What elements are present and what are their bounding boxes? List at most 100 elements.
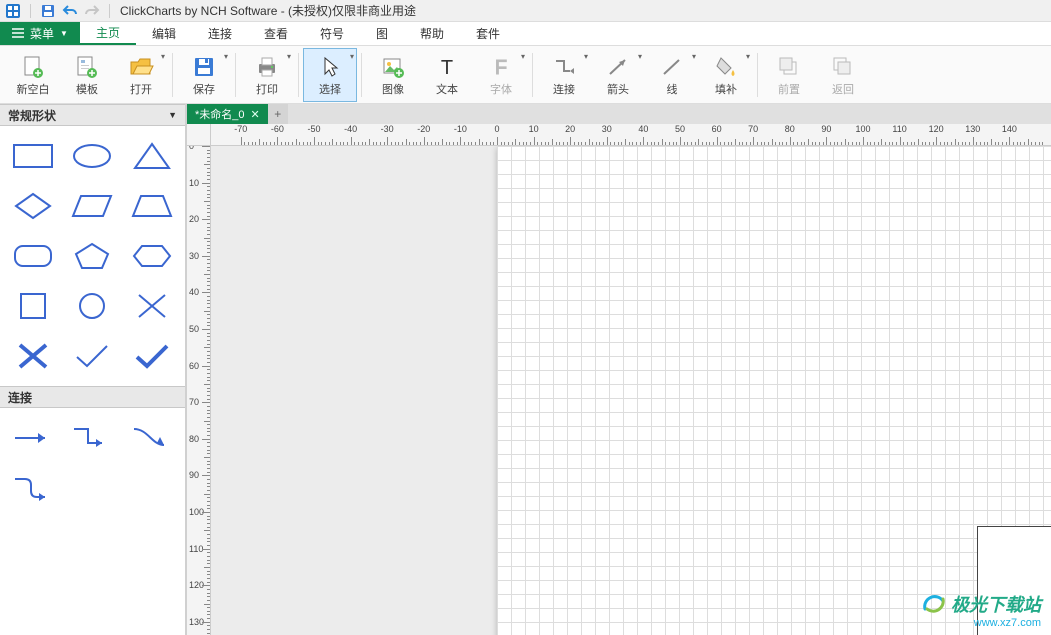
shape-check-thick[interactable] <box>129 336 175 376</box>
menu-tab-0[interactable]: 主页 <box>80 22 136 45</box>
shapes-panel-header[interactable]: 常规形状 ▼ <box>0 104 185 126</box>
ruler-v-label: 10 <box>189 178 199 188</box>
template-icon <box>74 53 100 81</box>
shape-pentagon[interactable] <box>70 236 116 276</box>
open-icon <box>128 53 154 81</box>
menu-tab-1[interactable]: 编辑 <box>136 22 192 45</box>
arrow-button[interactable]: ▾ 箭头 <box>591 48 645 102</box>
shape-ellipse[interactable] <box>70 136 116 176</box>
image-button[interactable]: 图像 <box>366 48 420 102</box>
save-button[interactable]: ▾ 保存 <box>177 48 231 102</box>
ruler-h-label: 30 <box>602 124 612 134</box>
ruler-h-label: -40 <box>344 124 357 134</box>
canvas-page[interactable] <box>497 146 1051 635</box>
select-label: 选择 <box>319 81 341 97</box>
ruler-h-label: 140 <box>1002 124 1017 134</box>
connect-button[interactable]: ▾ 连接 <box>537 48 591 102</box>
connect-icon <box>551 53 577 81</box>
ruler-vertical[interactable]: 0102030405060708090100110120130140 <box>187 146 211 635</box>
open-button[interactable]: ▾ 打开 <box>114 48 168 102</box>
svg-text:F: F <box>495 57 507 79</box>
connector-straight-arrow[interactable] <box>10 418 56 458</box>
save-icon[interactable] <box>39 2 57 20</box>
shape-square[interactable] <box>10 286 56 326</box>
ruler-v-label: 40 <box>189 287 199 297</box>
ruler-h-label: 20 <box>565 124 575 134</box>
font-button[interactable]: ▾ F 字体 <box>474 48 528 102</box>
cursor-icon <box>317 53 343 81</box>
ruler-v-label: 0 <box>189 146 194 151</box>
ruler-v-label: 20 <box>189 214 199 224</box>
ruler-v-label: 80 <box>189 434 199 444</box>
hamburger-icon <box>12 27 24 41</box>
shape-diamond[interactable] <box>10 186 56 226</box>
shape-trapezoid[interactable] <box>129 186 175 226</box>
ruler-v-label: 70 <box>189 397 199 407</box>
app-icon[interactable] <box>4 2 22 20</box>
ruler-h-label: -70 <box>234 124 247 134</box>
shape-rectangle[interactable] <box>10 136 56 176</box>
document-tab[interactable]: *未命名_0 ✕ <box>187 104 268 124</box>
shape-hexagon[interactable] <box>129 236 175 276</box>
menu-tab-5[interactable]: 图 <box>360 22 404 45</box>
shape-check-thin[interactable] <box>70 336 116 376</box>
image-icon <box>380 53 406 81</box>
connector-curve-arrow[interactable] <box>129 418 175 458</box>
back-button[interactable]: 返回 <box>816 48 870 102</box>
ruler-h-label: -20 <box>417 124 430 134</box>
undo-icon[interactable] <box>61 2 79 20</box>
line-button[interactable]: ▾ 线 <box>645 48 699 102</box>
menu-tab-3[interactable]: 查看 <box>248 22 304 45</box>
fill-button[interactable]: ▾ 填补 <box>699 48 753 102</box>
ruler-h-label: -30 <box>381 124 394 134</box>
redo-icon[interactable] <box>83 2 101 20</box>
viewport[interactable] <box>211 146 1051 635</box>
shape-circle[interactable] <box>70 286 116 326</box>
text-icon: T <box>434 53 460 81</box>
ruler-h-label: 10 <box>529 124 539 134</box>
connections-panel-title: 连接 <box>8 389 32 406</box>
fill-label: 填补 <box>715 81 737 97</box>
connector-rounded-elbow[interactable] <box>10 468 56 508</box>
close-icon[interactable]: ✕ <box>251 108 260 121</box>
shapes-grid <box>0 126 185 386</box>
side-panel: 常规形状 ▼ 连接 <box>0 104 187 635</box>
canvas-area: *未命名_0 ✕ + -70-60-50-40-30-20-1001020304… <box>187 104 1051 635</box>
select-button[interactable]: ▾ 选择 <box>303 48 357 102</box>
line-label: 线 <box>667 81 678 97</box>
menu-tab-6[interactable]: 帮助 <box>404 22 460 45</box>
shape-x-thin[interactable] <box>129 286 175 326</box>
connections-panel-header[interactable]: 连接 <box>0 386 185 408</box>
menu-tab-2[interactable]: 连接 <box>192 22 248 45</box>
shape-triangle[interactable] <box>129 136 175 176</box>
print-button[interactable]: ▾ 打印 <box>240 48 294 102</box>
menu-tab-7[interactable]: 套件 <box>460 22 516 45</box>
chevron-down-icon: ▾ <box>350 52 354 61</box>
shape-x-thick[interactable] <box>10 336 56 376</box>
ruler-horizontal[interactable]: -70-60-50-40-30-20-100102030405060708090… <box>211 124 1051 146</box>
text-button[interactable]: T 文本 <box>420 48 474 102</box>
workspace: 常规形状 ▼ 连接 <box>0 104 1051 635</box>
front-button[interactable]: 前置 <box>762 48 816 102</box>
connector-elbow-arrow[interactable] <box>70 418 116 458</box>
placed-rectangle[interactable] <box>977 526 1051 635</box>
ribbon: 新空白 模板 ▾ 打开 ▾ 保存 ▾ 打印 ▾ 选择 <box>0 46 1051 104</box>
ruler-v-label: 90 <box>189 470 199 480</box>
template-label: 模板 <box>76 81 98 97</box>
ruler-h-label: 120 <box>929 124 944 134</box>
font-label: 字体 <box>490 81 512 97</box>
ruler-h-label: -60 <box>271 124 284 134</box>
add-tab-button[interactable]: + <box>268 104 288 124</box>
ruler-h-label: -50 <box>307 124 320 134</box>
ruler-h-label: 60 <box>712 124 722 134</box>
menu-button[interactable]: 菜单 ▼ <box>0 22 80 45</box>
text-label: 文本 <box>436 81 458 97</box>
shape-parallelogram[interactable] <box>70 186 116 226</box>
quick-access-toolbar <box>4 2 114 20</box>
menu-tab-4[interactable]: 符号 <box>304 22 360 45</box>
shape-rounded-rect[interactable] <box>10 236 56 276</box>
new-blank-button[interactable]: 新空白 <box>6 48 60 102</box>
new-blank-label: 新空白 <box>17 81 50 97</box>
template-button[interactable]: 模板 <box>60 48 114 102</box>
chevron-down-icon: ▾ <box>746 52 750 61</box>
